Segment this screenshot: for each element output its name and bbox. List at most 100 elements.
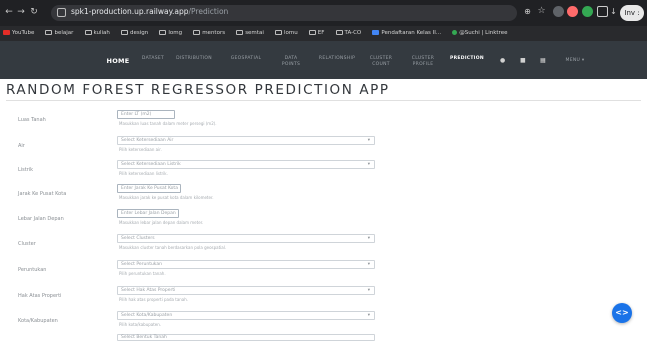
field-placeholder: Select Ketersediaan Air xyxy=(121,138,174,143)
field-help: Masukkan cluster tanah berdasarkan pola … xyxy=(119,245,227,250)
folder-icon xyxy=(308,30,316,35)
folder-icon xyxy=(45,30,53,35)
nav-menu-dropdown[interactable]: MENU ▾ xyxy=(560,58,590,64)
field-placeholder: Select Kota/Kabupaten xyxy=(121,313,173,318)
kota-kabupaten-select[interactable]: Select Kota/Kabupaten ▾ xyxy=(117,311,375,320)
url-path: /Prediction xyxy=(188,7,229,16)
field-placeholder: Select Clusters xyxy=(121,236,155,241)
nav-prediction[interactable]: PREDICTION xyxy=(448,56,486,62)
hak-atas-properti-select[interactable]: Select Hak Atas Properti ▾ xyxy=(117,286,375,295)
github-icon[interactable]: ● xyxy=(500,57,505,64)
bentuk-tanah-select[interactable]: Select Bentuk Tanah xyxy=(117,334,375,341)
nav-label: PREDICTION xyxy=(450,56,484,61)
title-divider xyxy=(6,100,641,101)
nav-data-points[interactable]: DATA POINTS xyxy=(276,56,306,68)
field-placeholder: Enter LT (m2) xyxy=(121,112,152,117)
folder-icon xyxy=(159,30,167,35)
bookmark-label: EF xyxy=(317,30,325,36)
page-icon xyxy=(372,30,380,35)
nav-cluster-profile[interactable]: CLUSTER PROFILE xyxy=(408,56,438,68)
field-label: Lebar Jalan Depan xyxy=(18,216,64,222)
field-help: Masukkan luas tanah dalam meter persegi … xyxy=(119,121,217,126)
bookmark-item[interactable]: lomg xyxy=(156,26,185,41)
cluster-select[interactable]: Select Clusters ▾ xyxy=(117,234,375,243)
field-placeholder: Select Bentuk Tanah xyxy=(121,335,167,340)
bookmark-label: Pendaftaran Kelas II... xyxy=(381,30,442,36)
bookmark-item[interactable]: EF xyxy=(306,26,328,41)
reload-icon[interactable]: ↻ xyxy=(28,6,40,18)
bookmark-star-icon[interactable]: ☆ xyxy=(536,6,547,17)
peruntukan-select[interactable]: Select Peruntukan ▾ xyxy=(117,260,375,269)
nav-label: DATASET xyxy=(141,56,165,61)
bookmark-item[interactable]: @Suchi | Linktree xyxy=(449,26,510,41)
bookmark-item[interactable]: TA-CO xyxy=(333,26,365,41)
field-label: Hak Atas Properti xyxy=(18,293,62,299)
forward-arrow-icon[interactable]: → xyxy=(15,6,27,18)
url-text[interactable]: spk1-production.up.railway.app/Predictio… xyxy=(71,7,228,16)
bookmark-item[interactable]: mentors xyxy=(190,26,228,41)
bookmark-label: lomg xyxy=(168,30,183,36)
bookmark-item[interactable]: kuliah xyxy=(82,26,113,41)
bookmark-label: lomu xyxy=(283,30,298,36)
extension-icon[interactable] xyxy=(553,6,564,17)
nav-label: DISTRIBUTION xyxy=(176,56,212,61)
listrik-select[interactable]: Select Ketersediaan Listrik ▾ xyxy=(117,160,375,169)
nav-label-line2: COUNT xyxy=(372,62,390,67)
bookmark-item[interactable]: belajar xyxy=(42,26,76,41)
nav-cluster-count[interactable]: CLUSTER COUNT xyxy=(366,56,396,68)
jarak-pusat-kota-input[interactable]: Enter Jarak Ke Pusat Kota xyxy=(117,184,181,193)
code-toggle-button[interactable]: <> xyxy=(612,303,632,323)
bookmark-item[interactable]: YouTube xyxy=(0,26,37,41)
air-select[interactable]: Select Ketersediaan Air ▾ xyxy=(117,136,375,145)
linktree-icon xyxy=(452,30,458,35)
field-placeholder: Select Peruntukan xyxy=(121,262,162,267)
chevron-down-icon: ▾ xyxy=(367,162,370,167)
luas-tanah-input[interactable]: Enter LT (m2) xyxy=(117,110,175,119)
nav-distribution[interactable]: DISTRIBUTION xyxy=(174,56,214,62)
download-icon[interactable]: ↓ xyxy=(608,6,619,17)
bookmark-label: belajar xyxy=(54,30,74,36)
linkedin-icon[interactable]: ■ xyxy=(520,57,526,64)
folder-icon xyxy=(236,30,244,35)
extension-green-icon[interactable] xyxy=(582,6,593,17)
back-arrow-icon[interactable]: ← xyxy=(3,6,15,18)
address-bar[interactable]: spk1-production.up.railway.app/Predictio… xyxy=(51,5,517,21)
field-help: Masukkan lebar jalan depan dalam meter. xyxy=(119,220,204,225)
field-help: Pilih ketersediaan listrik. xyxy=(119,171,168,176)
lebar-jalan-input[interactable]: Enter Lebar Jalan Depan xyxy=(117,209,179,218)
bookmark-label: TA-CO xyxy=(344,30,362,36)
app-navbar: HOME DATASET DISTRIBUTION GEOSPATIAL DAT… xyxy=(0,41,647,79)
nav-geospatial[interactable]: GEOSPATIAL xyxy=(226,56,266,62)
browser-toolbar: ← → ↻ spk1-production.up.railway.app/Pre… xyxy=(0,0,647,26)
nav-dataset[interactable]: DATASET xyxy=(136,56,170,62)
bookmark-label: kuliah xyxy=(93,30,110,36)
folder-icon xyxy=(274,30,282,35)
chevron-down-icon: ▾ xyxy=(367,288,370,293)
chevron-down-icon: ▾ xyxy=(580,58,585,63)
zoom-icon[interactable]: ⊕ xyxy=(522,6,533,17)
nav-home[interactable]: HOME xyxy=(105,58,131,65)
field-label: Luas Tanah xyxy=(18,117,46,123)
field-label: Peruntukan xyxy=(18,267,47,273)
site-info-icon[interactable] xyxy=(57,8,66,17)
grid-icon[interactable]: ▦ xyxy=(540,57,546,64)
extension-red-icon[interactable] xyxy=(567,6,578,17)
bookmarks-bar: YouTube belajar kuliah design lomg mento… xyxy=(0,26,647,41)
bookmark-label: design xyxy=(130,30,149,36)
bookmark-item[interactable]: semtai xyxy=(233,26,267,41)
bookmark-item[interactable]: design xyxy=(118,26,151,41)
profile-button[interactable]: Inv : xyxy=(620,5,644,21)
folder-icon xyxy=(121,30,129,35)
extensions-puzzle-icon[interactable] xyxy=(597,6,608,17)
field-label: Cluster xyxy=(18,241,36,247)
bookmark-label: @Suchi | Linktree xyxy=(459,30,508,36)
chevron-down-icon: ▾ xyxy=(367,138,370,143)
nav-label: RELATIONSHIP xyxy=(318,56,356,61)
field-help: Pilih kota/kabupaten. xyxy=(119,322,162,327)
bookmark-item[interactable]: Pendaftaran Kelas II... xyxy=(369,26,444,41)
chevron-down-icon: ▾ xyxy=(367,313,370,318)
bookmark-item[interactable]: lomu xyxy=(272,26,301,41)
field-label: Jarak Ke Pusat Kota xyxy=(18,191,67,197)
nav-relationship[interactable]: RELATIONSHIP xyxy=(314,56,360,62)
field-placeholder: Enter Lebar Jalan Depan xyxy=(121,211,176,216)
